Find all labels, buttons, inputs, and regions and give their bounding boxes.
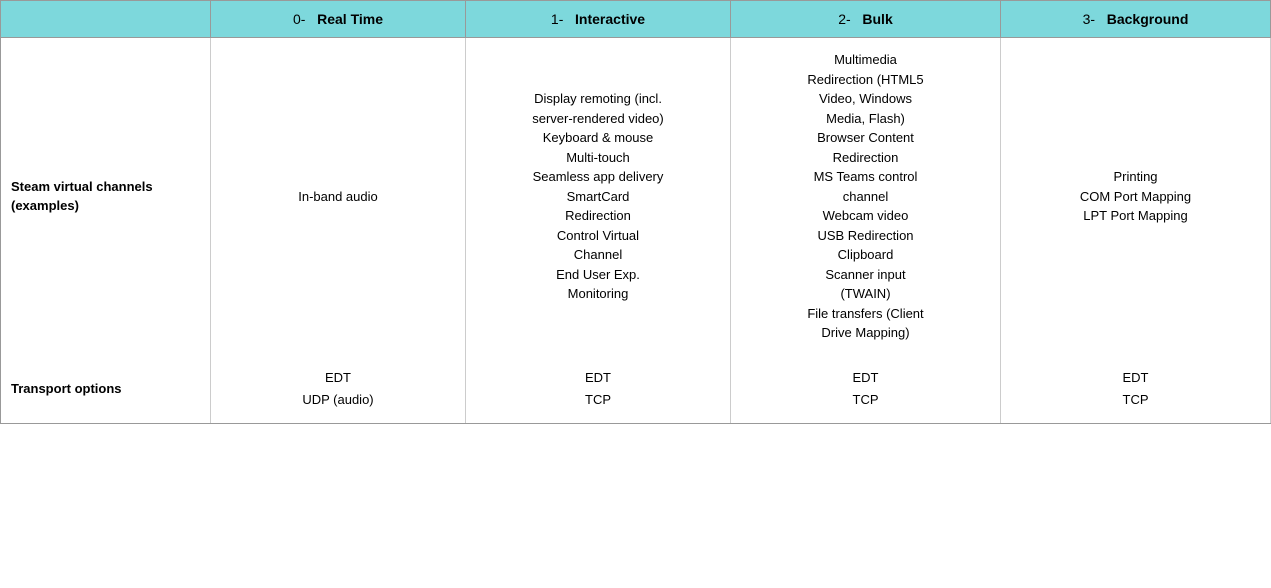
- header-row: 0- Real Time 1- Interactive 2- Bulk 3- B…: [1, 1, 1271, 38]
- header-col4: 3- Background: [1001, 1, 1271, 38]
- transport-col2: EDTTCP: [466, 355, 731, 424]
- transport-row: Transport options EDTUDP (audio) EDTTCP …: [1, 355, 1271, 424]
- virtual-channels-col1: In-band audio: [211, 38, 466, 355]
- virtual-channels-row: Steam virtual channels(examples) In-band…: [1, 38, 1271, 355]
- header-col0: [1, 1, 211, 38]
- virtual-channels-label: Steam virtual channels(examples): [1, 38, 211, 355]
- main-table: 0- Real Time 1- Interactive 2- Bulk 3- B…: [0, 0, 1271, 424]
- header-col3: 2- Bulk: [731, 1, 1001, 38]
- header-col2: 1- Interactive: [466, 1, 731, 38]
- virtual-channels-col3: MultimediaRedirection (HTML5Video, Windo…: [731, 38, 1001, 355]
- virtual-channels-col4: PrintingCOM Port MappingLPT Port Mapping: [1001, 38, 1271, 355]
- transport-label: Transport options: [1, 355, 211, 424]
- transport-col1: EDTUDP (audio): [211, 355, 466, 424]
- virtual-channels-col2: Display remoting (incl.server-rendered v…: [466, 38, 731, 355]
- transport-col3: EDTTCP: [731, 355, 1001, 424]
- header-col1: 0- Real Time: [211, 1, 466, 38]
- transport-col4: EDTTCP: [1001, 355, 1271, 424]
